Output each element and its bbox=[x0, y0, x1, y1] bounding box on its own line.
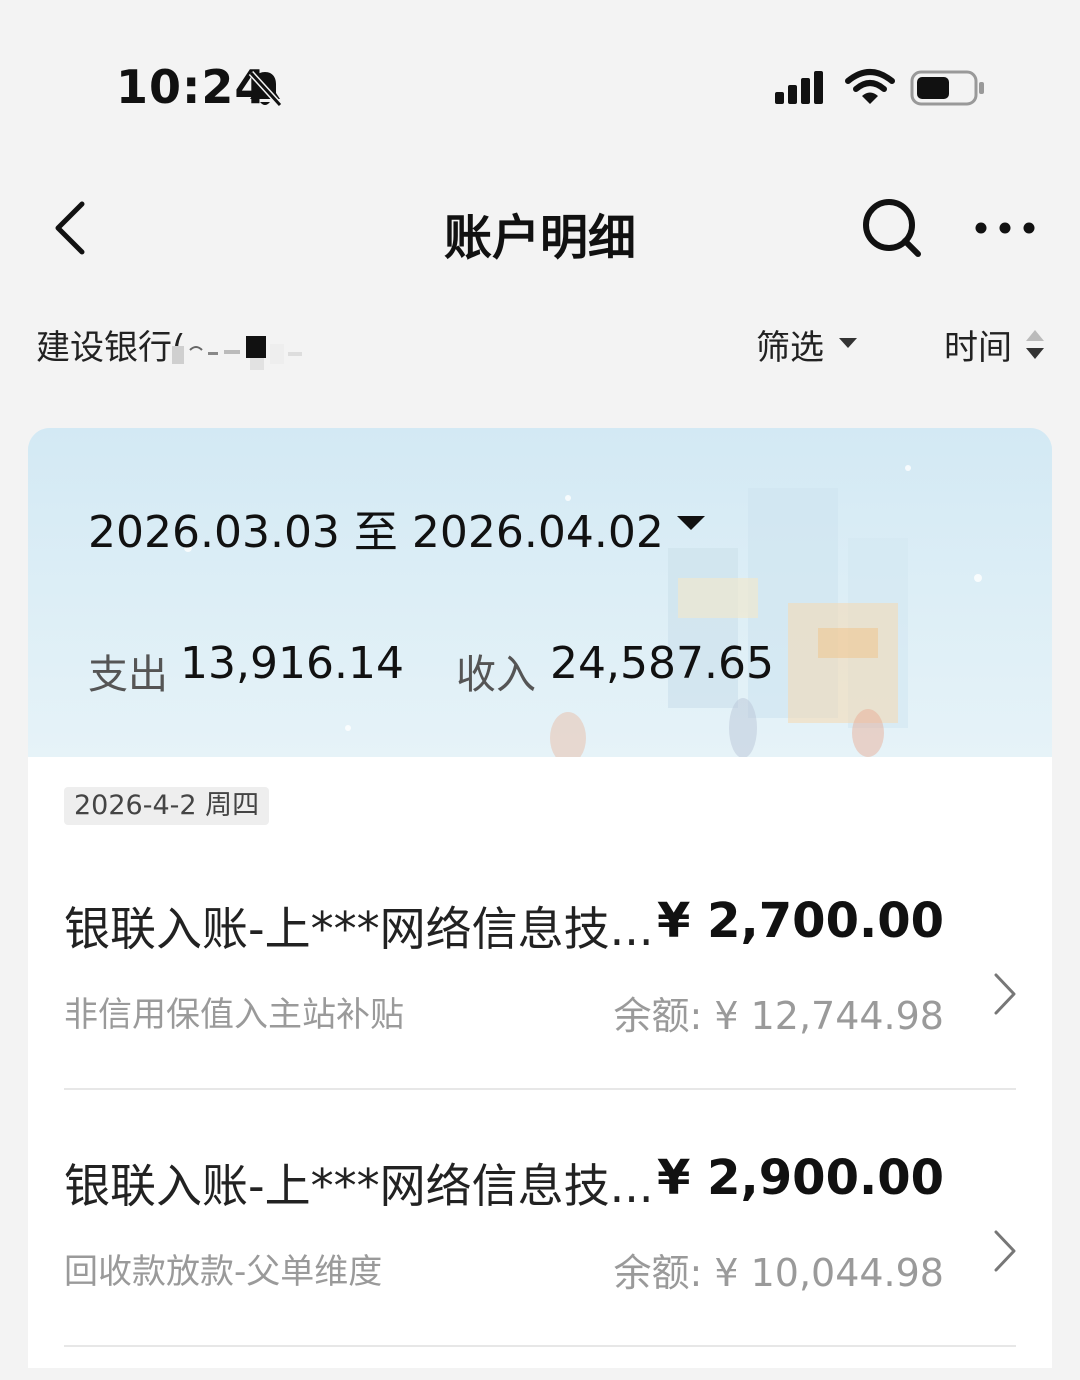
transaction-list: 2026-4-2 周四 银联入账-上***网络信息技... ¥ 2,700.00… bbox=[28, 757, 1052, 1368]
battery-icon bbox=[910, 70, 984, 106]
divider bbox=[64, 1088, 1016, 1090]
income-label: 收入 bbox=[456, 652, 536, 698]
caret-down-icon[interactable] bbox=[838, 336, 858, 350]
transaction-title: 银联入账-上***网络信息技... bbox=[64, 1159, 654, 1213]
filter-bar: 建设银行( 筛选 时间 bbox=[0, 310, 1080, 374]
transaction-balance: 余额: ¥ 10,044.98 bbox=[613, 1251, 944, 1295]
signal-icon bbox=[775, 71, 823, 104]
income-value: 24,587.65 bbox=[550, 638, 774, 689]
card-background-illustration bbox=[28, 428, 1052, 758]
transaction-subtitle: 回收款放款-父单维度 bbox=[64, 1252, 383, 1292]
expense-value: 13,916.14 bbox=[180, 638, 404, 689]
transaction-amount: ¥ 2,700.00 bbox=[657, 893, 944, 949]
summary-card: 2026.03.03 至 2026.04.02 支出 13,916.14 收入 … bbox=[28, 428, 1052, 758]
caret-down-icon[interactable] bbox=[676, 514, 706, 532]
search-icon[interactable] bbox=[860, 196, 924, 260]
wifi-icon bbox=[845, 69, 895, 104]
filter-button[interactable]: 筛选 bbox=[756, 320, 824, 369]
transaction-amount: ¥ 2,900.00 bbox=[657, 1150, 944, 1206]
account-selector[interactable]: 建设银行( bbox=[36, 320, 185, 369]
chevron-right-icon bbox=[994, 973, 1016, 1015]
transaction-title: 银联入账-上***网络信息技... bbox=[64, 902, 654, 956]
transaction-subtitle: 非信用保值入主站补贴 bbox=[64, 995, 404, 1035]
chevron-right-icon bbox=[994, 1230, 1016, 1272]
status-time: 10:24 bbox=[116, 60, 268, 114]
divider bbox=[64, 1345, 1016, 1347]
redacted-account-number bbox=[172, 336, 302, 370]
status-bar: 10:24 bbox=[0, 0, 1080, 150]
bell-muted-icon bbox=[248, 70, 283, 108]
nav-bar: 账户明细 bbox=[0, 180, 1080, 276]
more-icon[interactable] bbox=[972, 210, 1038, 246]
date-range[interactable]: 2026.03.03 至 2026.04.02 bbox=[88, 496, 664, 560]
transaction-balance: 余额: ¥ 12,744.98 bbox=[613, 994, 944, 1038]
date-header: 2026-4-2 周四 bbox=[64, 787, 270, 825]
sort-icon[interactable] bbox=[1024, 328, 1046, 362]
time-sort-button[interactable]: 时间 bbox=[944, 320, 1012, 369]
expense-label: 支出 bbox=[88, 652, 168, 698]
